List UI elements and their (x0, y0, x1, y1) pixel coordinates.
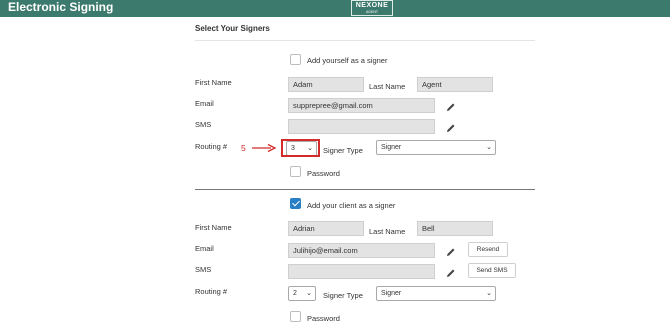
client-last-name-label: Last Name (369, 227, 406, 236)
client-first-name-field[interactable]: Adrian (288, 221, 364, 236)
chevron-down-icon: ⌄ (306, 290, 312, 297)
client-routing-label: Routing # (195, 287, 228, 296)
edit-email-pencil-icon[interactable] (446, 102, 456, 112)
first-name-label: First Name (195, 78, 232, 87)
first-name-field[interactable]: Adam (288, 77, 364, 92)
client-first-name-label: First Name (195, 223, 232, 232)
add-client-label: Add your client as a signer (307, 201, 396, 210)
signer-type-label: Signer Type (323, 146, 363, 155)
sms-field[interactable] (288, 119, 435, 134)
title-divider (195, 40, 535, 41)
password-label: Password (307, 169, 340, 178)
client-last-name-field[interactable]: Bell (417, 221, 493, 236)
edit-client-sms-pencil-icon[interactable] (446, 268, 456, 278)
client-email-field[interactable]: Julihijo@email.com (288, 243, 435, 258)
nexone-logo: NEXONE AGENT (351, 0, 393, 16)
chevron-down-icon: ⌄ (486, 290, 492, 297)
chevron-down-icon: ⌄ (486, 144, 492, 151)
app-header: Electronic Signing NEXONE AGENT (0, 0, 670, 17)
app-title: Electronic Signing (8, 0, 114, 14)
last-name-label: Last Name (369, 82, 406, 91)
client-signer-type-label: Signer Type (323, 291, 363, 300)
edit-sms-pencil-icon[interactable] (446, 123, 456, 133)
signer-type-select[interactable]: Signer ⌄ (376, 140, 496, 155)
password-checkbox[interactable] (290, 166, 301, 177)
client-sms-field[interactable] (288, 264, 435, 279)
add-yourself-label: Add yourself as a signer (307, 56, 388, 65)
edit-client-email-pencil-icon[interactable] (446, 247, 456, 257)
add-client-checkbox[interactable] (290, 198, 301, 209)
add-yourself-checkbox[interactable] (290, 54, 301, 65)
email-field[interactable]: supprepree@gmail.com (288, 98, 435, 113)
send-sms-button[interactable]: Send SMS (468, 263, 516, 278)
client-signer-type-select[interactable]: Signer ⌄ (376, 286, 496, 301)
routing-label: Routing # (195, 142, 228, 151)
routing-highlight-box (281, 139, 320, 157)
sms-label: SMS (195, 120, 212, 129)
signer-divider (195, 189, 535, 190)
client-password-label: Password (307, 314, 340, 323)
last-name-field[interactable]: Agent (417, 77, 493, 92)
section-title: Select Your Signers (195, 24, 270, 33)
client-password-checkbox[interactable] (290, 311, 301, 322)
client-sms-label: SMS (195, 265, 212, 274)
client-routing-select[interactable]: 2 ⌄ (288, 286, 316, 301)
step-number-annotation: 5 (241, 143, 246, 153)
resend-button[interactable]: Resend (468, 242, 508, 257)
client-email-label: Email (195, 244, 214, 253)
email-label: Email (195, 99, 214, 108)
red-arrow-icon (252, 143, 277, 153)
